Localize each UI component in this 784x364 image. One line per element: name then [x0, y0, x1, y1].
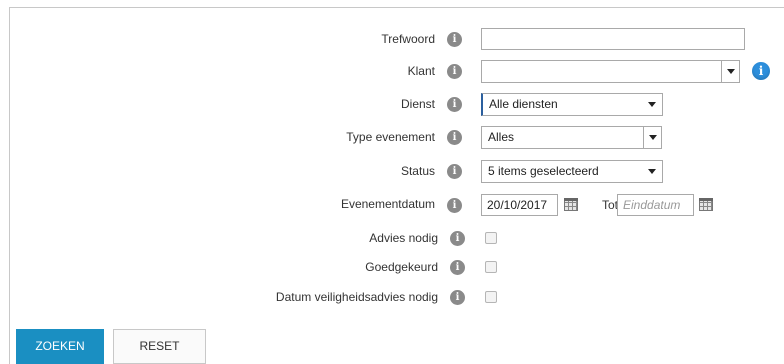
- info-icon[interactable]: i: [450, 290, 465, 305]
- klant-label: Klant: [407, 64, 435, 78]
- type-evenement-select[interactable]: Alles: [481, 126, 662, 149]
- reset-button[interactable]: RESET: [113, 329, 206, 364]
- row-dienst: Dienst i Alle diensten: [0, 93, 784, 117]
- advies-nodig-label: Advies nodig: [369, 231, 438, 245]
- info-icon[interactable]: i: [447, 32, 462, 47]
- row-klant: Klant i i: [0, 60, 784, 84]
- klant-select[interactable]: [481, 60, 740, 83]
- chevron-down-icon: [648, 102, 656, 107]
- dropdown-button[interactable]: [721, 61, 739, 82]
- status-select[interactable]: 5 items geselecteerd: [481, 160, 663, 183]
- trefwoord-label: Trefwoord: [381, 32, 435, 46]
- type-evenement-value: Alles: [488, 130, 515, 144]
- dropdown-button[interactable]: [643, 127, 661, 148]
- row-goedgekeurd: Goedgekeurd i: [0, 256, 784, 280]
- status-value: 5 items geselecteerd: [488, 164, 599, 178]
- goedgekeurd-label: Goedgekeurd: [365, 260, 438, 274]
- row-status: Status i 5 items geselecteerd: [0, 160, 784, 184]
- row-advies-nodig: Advies nodig i: [0, 227, 784, 251]
- evenementdatum-label: Evenementdatum: [340, 197, 435, 211]
- row-evenementdatum: Evenementdatum i 20/10/2017 Tot: Einddat…: [0, 194, 784, 218]
- datum-veiligheidsadvies-label: Datum veiligheidsadvies nodig: [275, 290, 438, 304]
- start-date-input[interactable]: 20/10/2017: [481, 194, 558, 216]
- row-datum-veiligheidsadvies: Datum veiligheidsadvies nodig i: [0, 286, 784, 310]
- info-icon[interactable]: i: [450, 231, 465, 246]
- info-icon[interactable]: i: [447, 64, 462, 79]
- dienst-value: Alle diensten: [489, 97, 558, 111]
- search-button[interactable]: ZOEKEN: [16, 329, 104, 364]
- calendar-icon[interactable]: [564, 198, 578, 211]
- calendar-icon[interactable]: [699, 198, 713, 211]
- info-circle-icon[interactable]: i: [752, 62, 770, 80]
- info-icon[interactable]: i: [447, 164, 462, 179]
- info-icon[interactable]: i: [447, 130, 462, 145]
- row-type-evenement: Type evenement i Alles: [0, 126, 784, 150]
- chevron-down-icon: [649, 135, 657, 140]
- trefwoord-input[interactable]: [481, 28, 745, 50]
- dienst-select[interactable]: Alle diensten: [481, 93, 663, 116]
- advies-nodig-checkbox[interactable]: [485, 232, 497, 244]
- chevron-down-icon: [648, 169, 656, 174]
- datum-veiligheidsadvies-checkbox[interactable]: [485, 291, 497, 303]
- row-trefwoord: Trefwoord i: [0, 28, 784, 52]
- type-evenement-label: Type evenement: [346, 130, 435, 144]
- info-icon[interactable]: i: [447, 198, 462, 213]
- info-icon[interactable]: i: [450, 260, 465, 275]
- chevron-down-icon: [727, 69, 735, 74]
- info-icon[interactable]: i: [447, 97, 462, 112]
- goedgekeurd-checkbox[interactable]: [485, 261, 497, 273]
- end-date-input[interactable]: Einddatum: [617, 194, 694, 216]
- dienst-label: Dienst: [400, 97, 435, 111]
- status-label: Status: [400, 164, 435, 178]
